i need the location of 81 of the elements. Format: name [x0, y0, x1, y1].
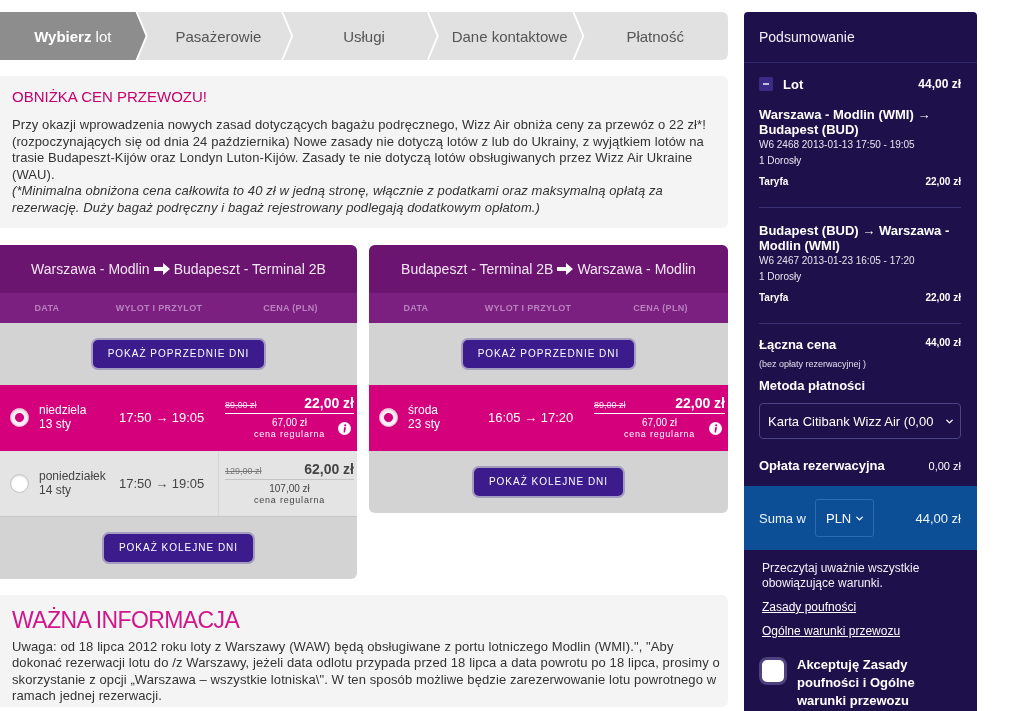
leg-passengers: 1 Dorosły	[759, 270, 803, 284]
flight-row[interactable]: środa 23 sty 16:05 → 17:20 89,00 zł 22,00 zł 67,00 zł cena regularna	[369, 384, 728, 451]
leg-route: Warszawa - Modlin (WMI) → Budapest (BUD)	[759, 107, 932, 137]
previous-days-button[interactable]: POKAŻ POPRZEDNIE DNI	[460, 337, 637, 370]
radio-button[interactable]	[10, 473, 29, 493]
fare-label: Taryfa	[759, 292, 789, 303]
flight-total: 44,00 zł	[918, 77, 961, 91]
sum-label: Suma w	[759, 510, 806, 526]
accept-checkbox[interactable]	[759, 657, 787, 685]
flight-row[interactable]: poniedziałek 14 sty 17:50 → 19:05 129,00 zł 62,00 zł 107,00 zł cena regularna	[0, 450, 357, 517]
old-price: 129,00 zł	[225, 465, 262, 476]
date-label: 13 sty	[39, 417, 72, 432]
step-tab[interactable]: Pasażerowie	[137, 12, 292, 60]
terms-link[interactable]: Zasady poufności	[762, 600, 857, 614]
terms-text: Przeczytaj uważnie wszystkie obowiązujące warunki.	[762, 561, 921, 590]
flight-times: 17:50 → 19:05	[119, 409, 206, 425]
currency-select[interactable]: PLN	[814, 499, 875, 537]
column-header: DATA	[402, 302, 430, 313]
column-header: CENA (PLN)	[262, 302, 319, 313]
date-label: 23 sty	[408, 417, 441, 432]
fare-amount: 22,00 zł	[925, 176, 961, 187]
total-amount: 44,00 zł	[925, 337, 961, 348]
sum-amount: 44,00 zł	[915, 510, 961, 526]
arrow-icon	[153, 262, 170, 275]
info-title: WAŻNA INFORMACJA	[12, 605, 241, 635]
summary-title: Podsumowanie	[759, 29, 855, 45]
origin-label: Budapeszt - Terminal 2B	[401, 260, 554, 277]
radio-button[interactable]	[379, 407, 398, 427]
fare-price: 22,00 zł	[304, 394, 354, 411]
step-tab[interactable]: Płatność	[574, 12, 728, 60]
column-header: CENA (PLN)	[632, 302, 689, 313]
fare-price: 62,00 zł	[304, 460, 354, 477]
regular-price: 67,00 zł	[642, 416, 677, 429]
fee-amount: 0,00 zł	[928, 459, 961, 472]
next-days-button[interactable]: POKAŻ KOLEJNE DNI	[101, 531, 256, 564]
fare-amount: 22,00 zł	[925, 292, 961, 303]
regular-price-label: cena regularna	[623, 428, 696, 440]
column-header: WYLOT I PRZYLOT	[483, 302, 573, 313]
leg-details: W6 2468 2013-01-13 17:50 - 19:05	[759, 138, 916, 152]
total-note: (bez opłaty rezerwacyjnej )	[759, 359, 868, 369]
regular-price: 67,00 zł	[272, 416, 307, 429]
previous-days-button[interactable]: POKAŻ POPRZEDNIE DNI	[90, 337, 267, 370]
flight-times: 16:05 → 17:20	[488, 409, 575, 425]
info-text: Uwaga: od 18 lipca 2012 roku loty z Warszawy (WAW) będą obsługiwane z portu lotniczego Modlin (WMI).", "Aby dokonać rezerwacji lotu do /z Warszawy, jeżeli data odlotu przypada przed 18 lipca a data powrotu po 18 lipca, prosimy o skorzystanie z opcji „Warszawa – wszystkie lotniska\". W ten sposób możliwe będzie zarezerwowanie lotu powrotnego w ramach jednej rezerwacji.	[12, 638, 721, 705]
payment-select[interactable]: Karta Citibank Wizz Air (0,00	[759, 403, 961, 439]
old-price: 89,00 zł	[594, 399, 626, 410]
flight-times: 17:50 → 19:05	[119, 475, 206, 491]
regular-price: 107,00 zł	[269, 482, 310, 495]
regular-price-label: cena regularna	[253, 428, 326, 440]
leg-details: W6 2467 2013-01-23 16:05 - 17:20	[759, 254, 916, 268]
notice-text: Przy okazji wprowadzenia nowych zasad dotyczących bagażu podręcznego, Wizz Air obniża ceny za przewóz o 22 zł*! (rozpoczynających się od dnia 24 października) Nowe zasady nie dotyczą lotów z lub do Ukrainy, z wyjątkiem lotów na trasie Budapeszt-Kijów oraz Londyn Luton-Kijów. Zasady te nie dotyczą lotów obsługiwanych przez Wizz Air Ukraine (WAU).	[12, 117, 707, 184]
flight-row[interactable]: niedziela 13 sty 17:50 → 19:05 89,00 zł 22,00 zł 67,00 zł cena regularna	[0, 384, 357, 451]
day-label: niedziela	[39, 403, 88, 418]
arrow-icon	[557, 262, 574, 275]
flight-label: Lot	[783, 76, 804, 92]
radio-button[interactable]	[10, 407, 29, 427]
column-header: WYLOT I PRZYLOT	[114, 302, 204, 313]
regular-price-label: cena regularna	[253, 494, 326, 506]
leg-passengers: 1 Dorosły	[759, 154, 803, 168]
leg-route: Budapest (BUD) → Warszawa - Modlin (WMI)	[759, 223, 951, 253]
step-tab[interactable]: Dane kontaktowe	[428, 12, 583, 60]
minus-icon[interactable]	[759, 77, 773, 91]
notice-title: OBNIŻKA CEN PRZEWOZU!	[12, 88, 208, 106]
origin-label: Warszawa - Modlin	[31, 260, 150, 277]
payment-label: Metoda płatności	[759, 378, 867, 393]
fare-label: Taryfa	[759, 176, 789, 187]
fare-price: 22,00 zł	[675, 394, 725, 411]
next-days-button[interactable]: POKAŻ KOLEJNE DNI	[471, 465, 626, 498]
terms-link[interactable]: Ogólne warunki przewozu	[762, 624, 901, 638]
total-label: Łączna cena	[759, 337, 837, 352]
date-label: 14 sty	[39, 483, 72, 498]
destination-label: Budapeszt - Terminal 2B	[173, 260, 326, 277]
accept-label: Akceptuję Zasady poufności i Ogólne warunki przewozu	[797, 656, 916, 710]
step-tab[interactable]: Usługi	[283, 12, 437, 60]
day-label: poniedziałek	[39, 469, 107, 484]
notice-footnote: (*Minimalna obniżona cena całkowita to 40 zł w jedną stronę, włącznie z podatkami oraz maksymalną opłatą za rezerwację. Duży bagaż podręczny i bagaż rejestrowany podlegają dodatkowym opłatom.)	[12, 183, 664, 217]
day-label: środa	[408, 403, 440, 418]
column-header: DATA	[33, 302, 61, 313]
old-price: 89,00 zł	[225, 399, 257, 410]
destination-label: Warszawa - Modlin	[577, 260, 696, 277]
fee-label: Opłata rezerwacyjna	[759, 458, 885, 473]
